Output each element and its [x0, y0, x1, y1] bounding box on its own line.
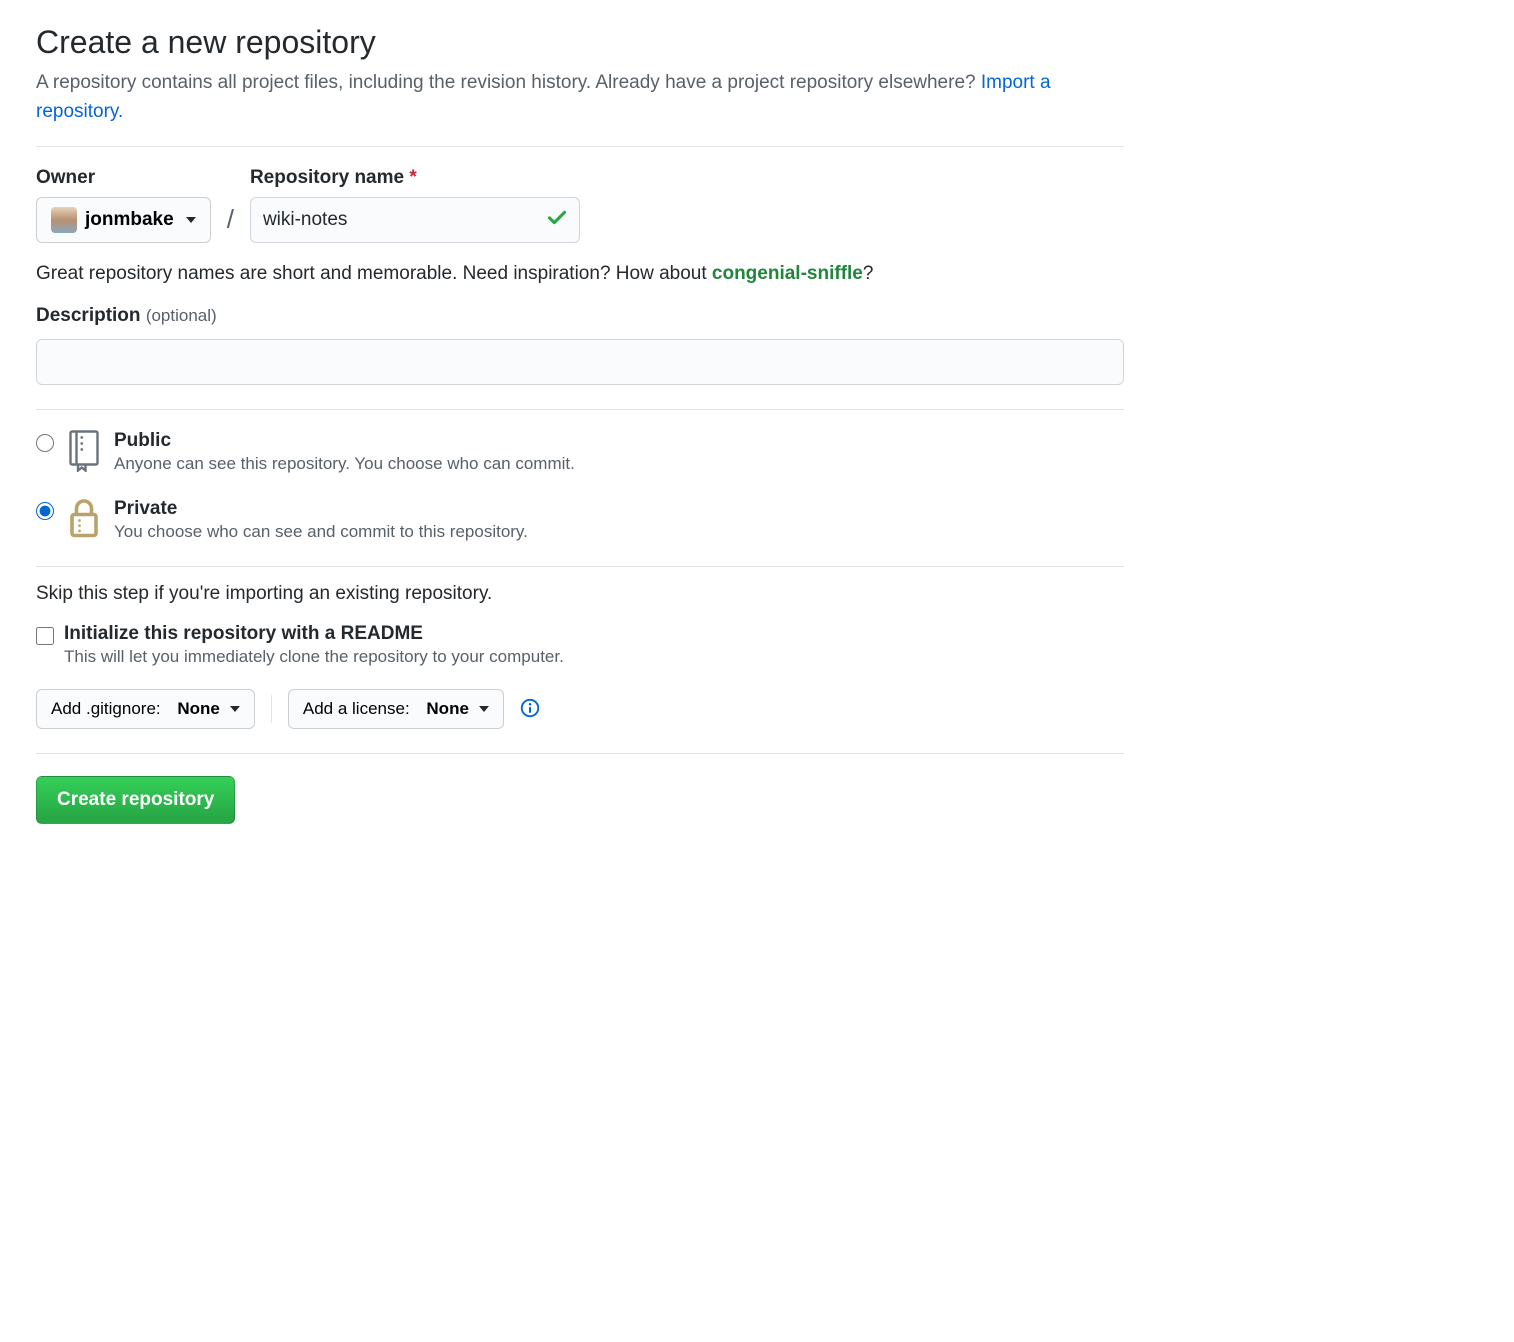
- description-label: Description (optional): [36, 305, 1124, 327]
- private-desc: You choose who can see and commit to thi…: [114, 522, 528, 542]
- lock-icon: [66, 498, 102, 538]
- owner-username: jonmbake: [85, 209, 174, 231]
- private-title: Private: [114, 498, 528, 520]
- info-icon[interactable]: [520, 698, 540, 721]
- init-readme-checkbox[interactable]: [36, 627, 54, 645]
- caret-down-icon: [186, 217, 196, 223]
- divider: [271, 695, 272, 723]
- subtitle-text: A repository contains all project files,…: [36, 72, 981, 93]
- public-title: Public: [114, 430, 575, 452]
- license-select[interactable]: Add a license: None: [288, 689, 504, 729]
- public-radio[interactable]: [36, 434, 54, 452]
- init-readme-desc: This will let you immediately clone the …: [64, 647, 564, 667]
- page-title: Create a new repository: [36, 24, 1124, 61]
- repo-name-input[interactable]: [250, 197, 580, 243]
- description-input[interactable]: [36, 339, 1124, 385]
- owner-select[interactable]: jonmbake: [36, 197, 211, 243]
- avatar: [51, 207, 77, 233]
- create-repository-button[interactable]: Create repository: [36, 776, 235, 824]
- check-icon: [546, 208, 568, 233]
- name-hint: Great repository names are short and mem…: [36, 263, 1124, 285]
- repo-name-label: Repository name *: [250, 167, 580, 189]
- page-subtitle: A repository contains all project files,…: [36, 69, 1124, 126]
- owner-label: Owner: [36, 167, 211, 189]
- optional-hint: (optional): [146, 306, 217, 325]
- name-suggestion[interactable]: congenial-sniffle: [712, 263, 863, 284]
- init-readme-title: Initialize this repository with a README: [64, 623, 564, 645]
- private-radio[interactable]: [36, 502, 54, 520]
- path-separator: /: [219, 204, 242, 243]
- gitignore-select[interactable]: Add .gitignore: None: [36, 689, 255, 729]
- repo-icon: [66, 430, 102, 470]
- caret-down-icon: [230, 706, 240, 712]
- skip-hint: Skip this step if you're importing an ex…: [36, 583, 1124, 605]
- required-mark: *: [409, 167, 416, 188]
- caret-down-icon: [479, 706, 489, 712]
- public-desc: Anyone can see this repository. You choo…: [114, 454, 575, 474]
